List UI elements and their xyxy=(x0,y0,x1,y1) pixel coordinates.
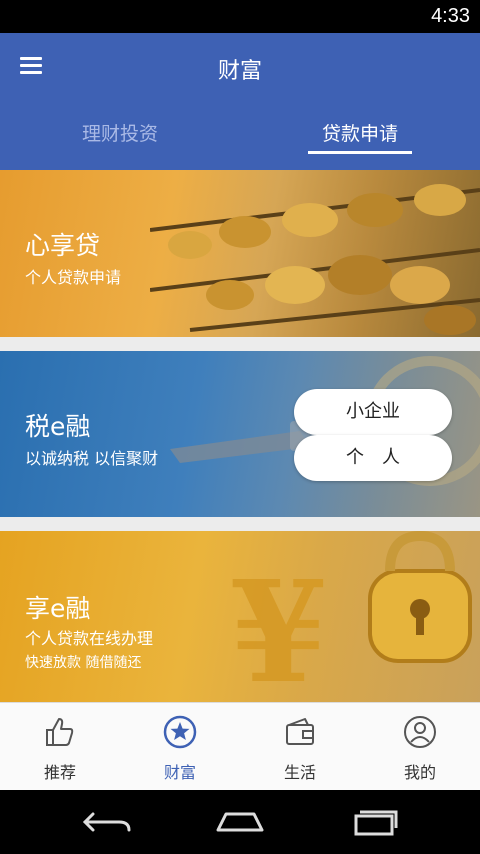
small-business-button[interactable]: 小企业 xyxy=(294,389,452,435)
banner-xinxiangdai[interactable]: 心享贷 个人贷款申请 xyxy=(0,170,480,337)
user-circle-icon xyxy=(404,716,436,748)
nav-item-mine[interactable]: 我的 xyxy=(360,703,480,791)
banner-subtitle: 个人贷款在线办理 xyxy=(25,629,154,648)
nav-item-recommend[interactable]: 推荐 xyxy=(0,703,120,791)
home-icon[interactable] xyxy=(212,808,268,836)
tab-loan-application[interactable]: 贷款申请 xyxy=(308,119,412,154)
status-time: 4:33 xyxy=(431,5,470,27)
abacus-image xyxy=(150,184,480,335)
wallet-icon xyxy=(286,718,314,745)
personal-button[interactable]: 个人 xyxy=(294,435,452,481)
page-title: 财富 xyxy=(217,59,262,84)
banner-title: 享e融 xyxy=(25,594,91,623)
nav-label: 推荐 xyxy=(43,763,76,782)
star-circle-icon xyxy=(163,715,197,749)
tab-investment[interactable]: 理财投资 xyxy=(70,119,170,146)
nav-label: 财富 xyxy=(163,763,196,782)
banner-title: 心享贷 xyxy=(25,231,101,260)
back-icon[interactable] xyxy=(79,808,135,836)
banner-title: 税e融 xyxy=(25,412,91,441)
nav-label: 我的 xyxy=(403,763,436,782)
nav-item-wealth[interactable]: 财富 xyxy=(120,703,240,791)
recent-apps-icon[interactable] xyxy=(346,808,402,836)
bottom-nav: 推荐 财富 生活 我的 xyxy=(0,702,480,790)
banner-subtitle-secondary: 快速放款 随借随还 xyxy=(25,655,142,671)
thumbs-up-icon xyxy=(46,718,74,746)
nav-label: 生活 xyxy=(283,763,316,782)
svg-text:¥: ¥ xyxy=(230,551,327,702)
yuan-lock-image: ¥ xyxy=(230,531,472,702)
nav-item-life[interactable]: 生活 xyxy=(240,703,360,791)
banner-shuierong[interactable]: 税e融 以诚纳税 以信聚财 小企业 个人 xyxy=(0,351,480,517)
app-header: 财富 理财投资 贷款申请 xyxy=(0,33,480,170)
status-bar: 4:33 xyxy=(0,0,480,33)
banner-subtitle: 个人贷款申请 xyxy=(25,268,122,287)
banner-subtitle: 以诚纳税 以信聚财 xyxy=(25,449,159,468)
banner-xiangerong[interactable]: ¥ 享e融 个人贷款在线办理 快速放款 随借随还 xyxy=(0,531,480,702)
system-nav-bar xyxy=(0,790,480,854)
